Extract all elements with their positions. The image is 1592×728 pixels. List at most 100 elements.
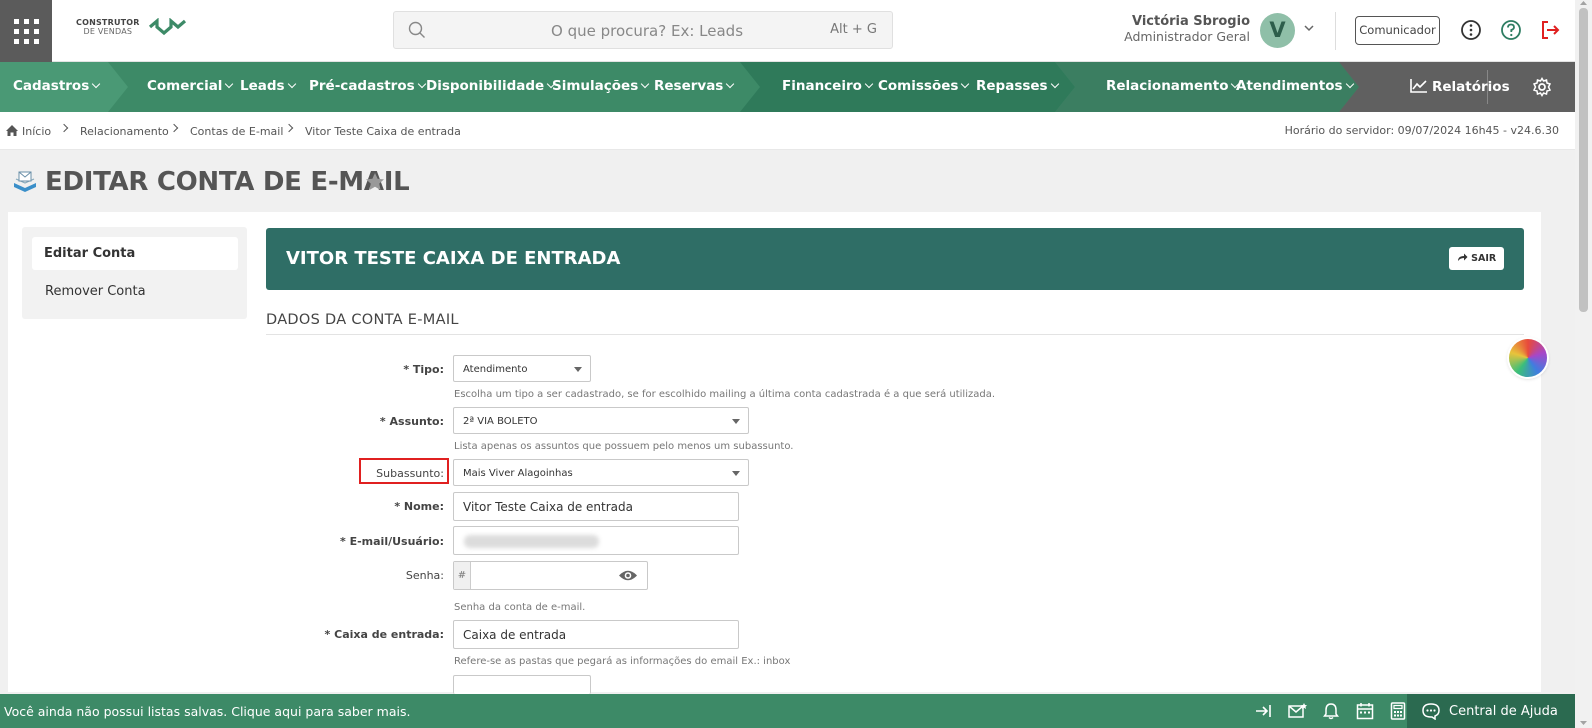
nav-repasses[interactable]: Repasses [976, 78, 1059, 94]
logo-line2: DE VENDAS [83, 27, 133, 36]
favorite-star-icon[interactable] [365, 172, 385, 191]
saved-lists-message[interactable]: Você ainda não possui listas salvas. Cli… [4, 704, 410, 719]
caixa-hint: Refere-se as pastas que pegará as inform… [454, 656, 791, 667]
tipo-hint: Escolha um tipo a ser cadastrado, se for… [454, 389, 996, 400]
bell-icon[interactable] [1323, 702, 1339, 720]
chevron-down-icon[interactable] [1303, 22, 1315, 34]
section-divider [266, 334, 1524, 335]
search-placeholder: O que procura? Ex: Leads [551, 22, 744, 40]
help-center-button[interactable]: Central de Ajuda [1407, 694, 1575, 728]
assunto-label: * Assunto: [379, 415, 444, 428]
scroll-down-icon[interactable] [1579, 720, 1588, 726]
breadcrumb-separator [284, 123, 294, 133]
eye-icon[interactable] [618, 568, 638, 583]
nav-disponibilidade[interactable]: Disponibilidade [426, 78, 556, 94]
breadcrumb-contas-email[interactable]: Contas de E-mail [190, 125, 283, 138]
nav-relatorios[interactable]: Relatórios [1410, 78, 1510, 95]
mail-star-icon[interactable] [1288, 702, 1308, 720]
user-info[interactable]: Victória Sbrogio Administrador Geral [1120, 14, 1250, 44]
breadcrumb-current: Vitor Teste Caixa de entrada [305, 125, 461, 138]
nav-reservas[interactable]: Reservas [654, 78, 735, 94]
nav-leads[interactable]: Leads [240, 78, 296, 94]
main-nav: Cadastros Comercial Leads Pré-cadastros … [0, 62, 1575, 112]
scrollbar-thumb[interactable] [1579, 8, 1588, 312]
nome-input[interactable]: Vitor Teste Caixa de entrada [453, 492, 739, 521]
share-arrow-icon [1457, 253, 1468, 261]
home-icon[interactable] [5, 124, 19, 137]
caixa-value: Caixa de entrada [463, 628, 567, 642]
info-icon[interactable] [1460, 19, 1482, 41]
email-label: * E-mail/Usuário: [340, 535, 444, 548]
footer-bar: Você ainda não possui listas salvas. Cli… [0, 694, 1575, 728]
breadcrumb-relacionamento[interactable]: Relacionamento [80, 125, 169, 138]
server-time: Horário do servidor: 09/07/2024 16h45 - … [1284, 124, 1559, 137]
nav-comercial[interactable]: Comercial [147, 78, 234, 94]
top-header: CONSTRUTOR DE VENDAS O que procura? Ex: … [0, 0, 1575, 62]
calendar-icon[interactable] [1356, 702, 1374, 720]
exit-label: SAIR [1471, 253, 1497, 264]
tipo-select[interactable]: Atendimento [453, 355, 591, 382]
subassunto-select[interactable]: Mais Viver Alagoinhas [453, 459, 749, 486]
assunto-select[interactable]: 2ª VIA BOLETO [453, 407, 749, 434]
logout-icon[interactable] [1539, 19, 1561, 41]
tipo-label: * Tipo: [403, 363, 444, 376]
nav-financeiro[interactable]: Financeiro [782, 78, 874, 94]
global-search[interactable]: O que procura? Ex: Leads Alt + G [393, 11, 893, 49]
chart-line-icon [1410, 79, 1427, 93]
nav-cadastros[interactable]: Cadastros [13, 78, 101, 94]
nav-pre-cadastros[interactable]: Pré-cadastros [309, 78, 426, 94]
apps-grid-icon[interactable] [0, 0, 52, 62]
email-account-icon [14, 171, 36, 192]
nav-comissoes[interactable]: Comissões [878, 78, 970, 94]
dropdown-arrow-icon [574, 367, 582, 372]
scrollbar[interactable] [1575, 0, 1592, 728]
caixa-input[interactable]: Caixa de entrada [453, 620, 739, 649]
gear-icon[interactable] [1532, 77, 1552, 97]
breadcrumb-separator [169, 123, 179, 133]
next-select-partial[interactable] [453, 675, 591, 694]
collapse-right-icon[interactable] [1254, 702, 1272, 720]
assunto-value: 2ª VIA BOLETO [463, 416, 538, 427]
side-menu-remover-conta[interactable]: Remover Conta [45, 284, 146, 299]
user-role: Administrador Geral [1124, 29, 1250, 44]
breadcrumb-separator [59, 123, 69, 133]
help-center-label: Central de Ajuda [1449, 704, 1558, 719]
calculator-icon[interactable] [1390, 702, 1406, 720]
senha-field[interactable]: # [453, 561, 648, 590]
assistant-orb[interactable] [1509, 339, 1547, 377]
nome-value: Vitor Teste Caixa de entrada [463, 500, 634, 514]
help-icon[interactable] [1500, 19, 1522, 41]
page-title: EDITAR CONTA DE E-MAIL [45, 167, 410, 197]
nav-simulacoes[interactable]: Simulações [552, 78, 650, 94]
side-menu: Editar Conta Remover Conta [22, 227, 247, 319]
logo-line1: CONSTRUTOR [76, 18, 140, 27]
senha-prefix: # [454, 562, 471, 589]
assunto-hint: Lista apenas os assuntos que possuem pel… [454, 441, 794, 452]
subassunto-label: Subassunto: [376, 467, 444, 480]
exit-button[interactable]: SAIR [1449, 247, 1504, 270]
scroll-up-icon[interactable] [1579, 0, 1588, 6]
dropdown-arrow-icon [732, 471, 740, 476]
nav-relacionamento[interactable]: Relacionamento [1106, 78, 1240, 94]
nome-label: * Nome: [394, 500, 444, 513]
account-title: VITOR TESTE CAIXA DE ENTRADA [286, 248, 621, 269]
breadcrumb: Início Relacionamento Contas de E-mail V… [0, 112, 1575, 150]
account-header-card: VITOR TESTE CAIXA DE ENTRADA SAIR [266, 228, 1524, 290]
chat-bubble-icon [1422, 703, 1440, 720]
section-title: DADOS DA CONTA E-MAIL [266, 312, 459, 328]
brand-logo[interactable]: CONSTRUTOR DE VENDAS [76, 18, 188, 36]
senha-label: Senha: [405, 569, 444, 582]
user-name: Victória Sbrogio [1131, 14, 1250, 29]
dropdown-arrow-icon [732, 419, 740, 424]
senha-hint: Senha da conta de e-mail. [454, 602, 586, 613]
search-shortcut: Alt + G [830, 22, 877, 37]
side-menu-editar-conta[interactable]: Editar Conta [32, 237, 238, 270]
avatar[interactable]: V [1260, 13, 1295, 48]
email-field[interactable] [453, 526, 739, 555]
nav-atendimentos[interactable]: Atendimentos [1236, 78, 1354, 94]
breadcrumb-inicio[interactable]: Início [22, 125, 51, 138]
email-value-redacted [464, 535, 599, 548]
comunicador-button[interactable]: Comunicador [1355, 16, 1440, 45]
logo-mark-icon [148, 18, 186, 36]
tipo-value: Atendimento [463, 364, 528, 375]
